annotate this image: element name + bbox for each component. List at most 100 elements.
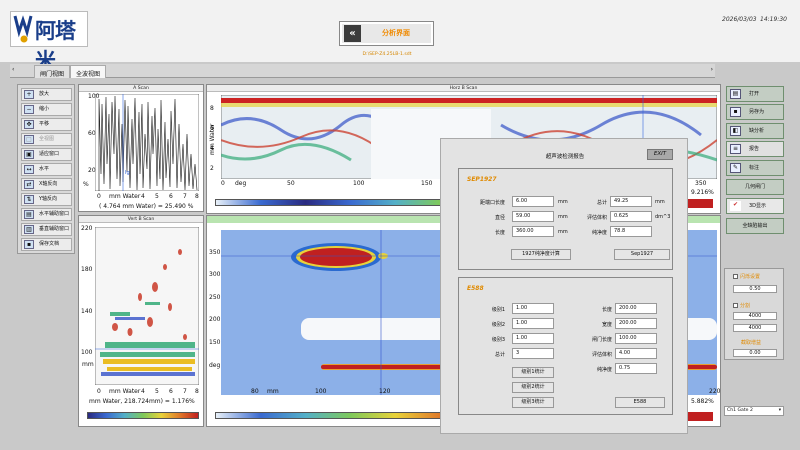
geometry-gate-button[interactable]: 几何闸门 [726,179,784,195]
sep-port-distance-input[interactable]: 6.00 [512,196,554,207]
zoom-out-button[interactable]: − 缩小 [21,103,72,116]
a-scan-xtick: 7 [183,193,187,200]
pan-button[interactable]: ✥ 平移 [21,118,72,131]
x-reverse-button[interactable]: ⇄ X轴反向 [21,178,72,191]
e588-label: 级别1 [491,307,505,313]
save-icon: ▪ [24,240,34,249]
e588-label: 总计 [494,352,505,358]
analysis-view-button[interactable]: « 分析界面 [339,21,434,46]
vert-b-scan-plot[interactable] [95,227,199,385]
tool-panel: + 放大 − 缩小 ✥ 平移 □ 全视图 ▣ 适应窗口 ↔ 水平 ⇄ X轴反向 ⇅ Y轴反向 ▤… [17,84,75,254]
gate-select[interactable]: Ch1 Gate 2 ▾ [724,406,784,416]
view-tab-bar: ‹ 闸门视图 全波视图 › [10,64,715,78]
horz-b-scan-xtick: 50 [287,180,295,187]
vert-b-scan-colorbar [87,412,199,419]
e588-button[interactable]: E588 [615,397,665,408]
level3-stats-button[interactable]: 级别3统计 [512,397,554,408]
flicker-checkbox[interactable] [733,274,738,279]
e588-label: 宽度 [601,322,612,328]
a-scan-xtick: 8 [195,193,199,200]
c-scan-xtick: 220 [709,388,721,395]
a-scan-ytick: 100 [88,93,100,100]
e588-purity-input[interactable]: 0.75 [615,363,657,374]
e588-total-input[interactable]: 3 [512,348,554,359]
e588-width-input[interactable]: 200.00 [615,318,657,329]
open-icon: ▤ [730,89,741,99]
c-scan-xtick: 100 [315,388,327,395]
save-as-button[interactable]: ▪ 另存为 [726,104,784,120]
split-value-input-1[interactable]: 4000 [733,312,777,320]
3d-display-button[interactable]: ✔ 3D显示 [726,198,784,214]
file-path: D:\SEP-Z4.25LB-1.sdt [362,52,412,57]
open-button[interactable]: ▤ 打开 [726,86,784,102]
sep-length-input[interactable]: 360.00 [512,226,554,237]
exit-button[interactable]: EXIT [647,149,673,160]
h-aux-window-button[interactable]: ▤ 水平辅助窗口 [21,208,72,221]
horz-b-scan-xtick: 350 [695,180,707,187]
sep-label: 纯净度 [591,230,607,236]
defect-analysis-button[interactable]: ◧ 缺分析 [726,123,784,139]
export-all-defects-button[interactable]: 全缺陷输出 [726,218,784,234]
vert-b-scan-title: Vert B Scan [79,216,203,223]
sep1927-calc-button[interactable]: 1927纯净度计算 [511,249,571,260]
full-view-button[interactable]: □ 全视图 [21,133,72,146]
sep-label: 长度 [494,230,505,236]
horz-b-scan-colorbar [215,199,441,206]
level2-stats-button[interactable]: 级别2统计 [512,382,554,393]
sep-label: 总计 [596,200,607,206]
e588-gate-length-input[interactable]: 100.00 [615,333,657,344]
e588-label: 级别2 [491,322,505,328]
sep-label: 距端口长度 [479,200,505,206]
e588-label: 评估体积 [591,352,612,358]
tab-full-wave-view[interactable]: 全波视图 [70,65,107,78]
tab-gate-view[interactable]: 闸门视图 [34,65,71,78]
flicker-value-input[interactable]: 0.50 [733,285,777,293]
zoom-out-icon: − [24,105,34,114]
a-scan-plot[interactable]: Ig [95,94,199,191]
e588-length-input[interactable]: 200.00 [615,303,657,314]
split-checkbox[interactable] [733,303,738,308]
y-reverse-button[interactable]: ⇅ Y轴反向 [21,193,72,206]
clip-gain-label: 截取增益 [741,340,762,346]
vert-b-scan-ytick: 180 [81,266,93,273]
sep-diameter-input[interactable]: 59.00 [512,211,554,222]
annotate-button[interactable]: ✎ 标注 [726,160,784,176]
horz-b-scan-ytick: 8 [210,105,214,112]
e588-level1-input[interactable]: 1.00 [512,303,554,314]
vert-b-scan-readout: mm Water, 218.724mm) = 1.176% [89,398,195,405]
analyze-icon: ◧ [730,126,741,136]
a-scan-ytick: 20 [88,167,96,174]
c-scan-xtick: 120 [379,388,391,395]
zoom-in-button[interactable]: + 放大 [21,88,72,101]
annotate-icon: ✎ [730,163,741,173]
back-chevron-icon[interactable]: « [344,25,361,42]
split-value-input-2[interactable]: 4000 [733,324,777,332]
fit-window-button[interactable]: ▣ 适应窗口 [21,148,72,161]
report-button[interactable]: ≡ 报告 [726,141,784,157]
c-scan-ytick: 250 [209,294,221,301]
x-reverse-icon: ⇄ [24,180,34,189]
split-setting-row[interactable]: 分割 [733,302,750,309]
e588-level3-input[interactable]: 1.00 [512,333,554,344]
sep-eval-volume-input[interactable]: 0.625 [610,211,652,222]
vert-b-scan-xunit: mm Water [109,388,141,395]
clip-gain-input[interactable]: 0.00 [733,349,777,357]
e588-eval-volume-input[interactable]: 4.00 [615,348,657,359]
a-scan-ytick: 60 [88,130,96,137]
vert-b-scan-xtick: 5 [155,388,159,395]
sep-total-input[interactable]: 49.25 [610,196,652,207]
horz-b-scan-ytick: 6 [210,125,214,132]
horizontal-button[interactable]: ↔ 水平 [21,163,72,176]
vert-b-scan-xtick: 8 [195,388,199,395]
tab-scroll-left-icon[interactable]: ‹ [12,66,14,73]
flicker-setting-row[interactable]: 闪烁设置 [733,273,760,280]
sep1927-button[interactable]: Sep1927 [614,249,670,260]
vert-b-scan-xtick: 4 [141,388,145,395]
level1-stats-button[interactable]: 级别1统计 [512,367,554,378]
save-document-button[interactable]: ▪ 保存文档 [21,238,72,251]
c-scan-colorbar [215,412,441,419]
v-aux-window-button[interactable]: ▥ 垂直辅助窗口 [21,223,72,236]
sep-purity-input[interactable]: 78.8 [610,226,652,237]
tab-scroll-right-icon[interactable]: › [711,66,713,73]
e588-level2-input[interactable]: 1.00 [512,318,554,329]
